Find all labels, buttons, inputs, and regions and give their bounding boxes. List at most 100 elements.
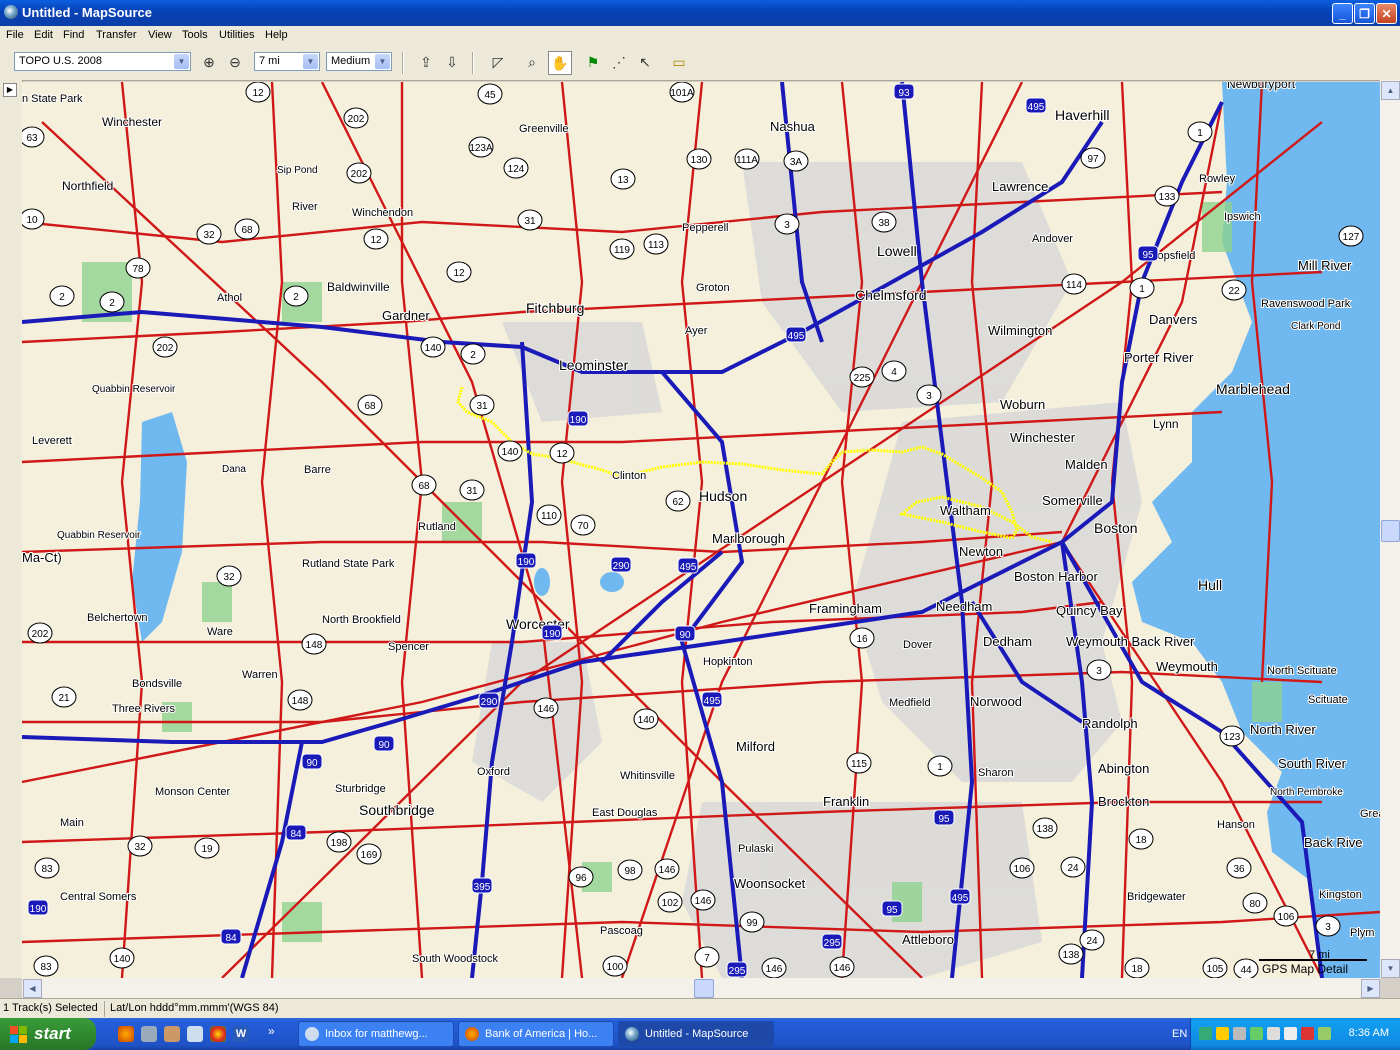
- vertical-scrollbar[interactable]: ▲ ▼: [1380, 80, 1400, 978]
- map-view[interactable]: 7 mi GPS Map Detail Winchester Northfield…: [22, 82, 1380, 978]
- place-label: Woburn: [1000, 397, 1045, 412]
- scroll-left-icon[interactable]: ◀: [23, 979, 42, 998]
- tray-utility-icon[interactable]: [1318, 1027, 1331, 1040]
- route-shield-number: 2: [470, 350, 476, 361]
- route-shield: 38: [871, 211, 897, 233]
- scroll-right-icon[interactable]: ▶: [1361, 979, 1380, 998]
- toolbar: TOPO U.S. 2008 ▼ ⊕ ⊖ 7 mi ▼ Medium ▼ ⇪ ⇩…: [0, 46, 1400, 81]
- horizontal-scroll-thumb[interactable]: [694, 979, 714, 998]
- mapsource-app-icon[interactable]: [4, 5, 18, 19]
- firefox-quicklaunch-icon[interactable]: [118, 1026, 134, 1042]
- route-shield-number: 24: [1067, 863, 1079, 874]
- volume-icon[interactable]: [1267, 1027, 1280, 1040]
- tray-app-icon[interactable]: [1199, 1027, 1212, 1040]
- start-button[interactable]: start: [0, 1018, 96, 1050]
- route-shield: 202: [27, 622, 53, 644]
- title-bar: Untitled - MapSource _ ❐ ✕: [0, 0, 1400, 26]
- measure-distance-icon[interactable]: ▭: [668, 51, 690, 73]
- place-label: North Brookfield: [322, 614, 401, 626]
- route-shield: 93: [893, 83, 915, 100]
- route-shield: 31: [517, 209, 543, 231]
- map-product-select[interactable]: TOPO U.S. 2008 ▼: [14, 52, 191, 71]
- menu-transfer[interactable]: Transfer: [96, 29, 137, 41]
- select-icon[interactable]: ◸: [487, 51, 509, 73]
- scroll-up-icon[interactable]: ▲: [1381, 81, 1400, 100]
- menu-edit[interactable]: Edit: [34, 29, 53, 41]
- send-to-device-icon[interactable]: ⇩: [441, 51, 463, 73]
- place-label: Weymouth: [1156, 659, 1218, 674]
- route-shield-number: 3: [926, 391, 932, 402]
- zoom-out-icon[interactable]: ⊖: [224, 51, 246, 73]
- chevron-down-icon[interactable]: ▼: [303, 54, 318, 69]
- route-shield: 95: [1137, 245, 1159, 262]
- scroll-down-icon[interactable]: ▼: [1381, 959, 1400, 978]
- waypoint-flag-icon[interactable]: ⚑: [582, 51, 604, 73]
- zoom-scale-select[interactable]: 7 mi ▼: [254, 52, 320, 71]
- map-canvas[interactable]: 7 mi GPS Map Detail Winchester Northfield…: [22, 82, 1380, 978]
- vertical-scroll-thumb[interactable]: [1381, 520, 1400, 542]
- printer-icon[interactable]: [1284, 1027, 1297, 1040]
- place-label: Three Rivers: [112, 703, 175, 715]
- menu-utilities[interactable]: Utilities: [219, 29, 254, 41]
- route-shield-number: 95: [1142, 250, 1154, 261]
- route-shield-number: 31: [476, 401, 488, 412]
- menu-view[interactable]: View: [148, 29, 172, 41]
- route-shield-number: 63: [26, 133, 38, 144]
- signal-strength-icon[interactable]: [1250, 1027, 1263, 1040]
- chrome-quicklaunch-icon[interactable]: [210, 1026, 226, 1042]
- route-shield: 146: [829, 956, 855, 978]
- task-inbox[interactable]: Inbox for matthewg...: [298, 1021, 454, 1047]
- menu-file[interactable]: File: [6, 29, 24, 41]
- route-shield-number: 148: [292, 696, 309, 707]
- chevron-down-icon[interactable]: ▼: [174, 54, 189, 69]
- route-shield-number: 68: [364, 401, 376, 412]
- route-shield-number: 102: [662, 898, 679, 909]
- clock[interactable]: 8:36 AM: [1349, 1027, 1389, 1039]
- menu-tools[interactable]: Tools: [182, 29, 208, 41]
- menu-find[interactable]: Find: [63, 29, 84, 41]
- expand-panel-icon[interactable]: ▶: [3, 83, 17, 97]
- route-shield: 90: [674, 625, 696, 642]
- route-shield: 70: [570, 514, 596, 536]
- route-shield: 140: [109, 947, 135, 969]
- quicklaunch-overflow-icon[interactable]: »: [268, 1024, 275, 1038]
- security-shield-icon[interactable]: [1216, 1027, 1229, 1040]
- route-shield-number: 295: [729, 966, 746, 977]
- map-product-value: TOPO U.S. 2008: [19, 55, 102, 67]
- zoom-in-icon[interactable]: ⊕: [198, 51, 220, 73]
- zoom-tool-icon[interactable]: ⌕: [521, 51, 543, 73]
- route-shield-number: 1: [1139, 284, 1145, 295]
- route-shield: 190: [541, 624, 563, 641]
- hand-pan-icon[interactable]: ✋: [548, 51, 572, 75]
- word-quicklaunch-icon[interactable]: W: [233, 1026, 249, 1042]
- route-shield-number: 114: [1066, 280, 1082, 291]
- receive-from-device-icon[interactable]: ⇪: [415, 51, 437, 73]
- place-label: North Scituate: [1267, 665, 1337, 677]
- detail-level-value: Medium: [331, 55, 371, 67]
- chevron-down-icon[interactable]: ▼: [375, 54, 390, 69]
- task-bank-of-america[interactable]: Bank of America | Ho...: [458, 1021, 614, 1047]
- mapsource-icon: [625, 1027, 639, 1041]
- maximize-button[interactable]: ❐: [1354, 3, 1375, 24]
- route-icon[interactable]: ⋰: [608, 51, 630, 73]
- place-label: Pepperell: [682, 222, 728, 234]
- app-quicklaunch-icon[interactable]: [164, 1026, 180, 1042]
- detail-level-select[interactable]: Medium ▼: [326, 52, 392, 71]
- minimize-button[interactable]: _: [1332, 3, 1353, 24]
- place-label: Haverhill: [1055, 107, 1109, 123]
- language-indicator[interactable]: EN: [1172, 1028, 1187, 1040]
- menu-bar: File Edit Find Transfer View Tools Utili…: [0, 26, 1400, 46]
- close-button[interactable]: ✕: [1376, 3, 1397, 24]
- route-shield-number: 12: [252, 88, 264, 99]
- route-shield-number: 7: [704, 953, 710, 964]
- desktop-quicklaunch-icon[interactable]: [187, 1026, 203, 1042]
- menu-help[interactable]: Help: [265, 29, 288, 41]
- task-mapsource[interactable]: Untitled - MapSource: [618, 1021, 774, 1047]
- route-shield: 198: [326, 831, 352, 853]
- place-label: Porter River: [1124, 350, 1194, 365]
- network-icon[interactable]: [1233, 1027, 1246, 1040]
- outlook-quicklaunch-icon[interactable]: [141, 1026, 157, 1042]
- horizontal-scrollbar[interactable]: ◀ ▶: [22, 978, 1380, 998]
- antivirus-icon[interactable]: [1301, 1027, 1314, 1040]
- pointer-icon[interactable]: ↖: [634, 51, 656, 73]
